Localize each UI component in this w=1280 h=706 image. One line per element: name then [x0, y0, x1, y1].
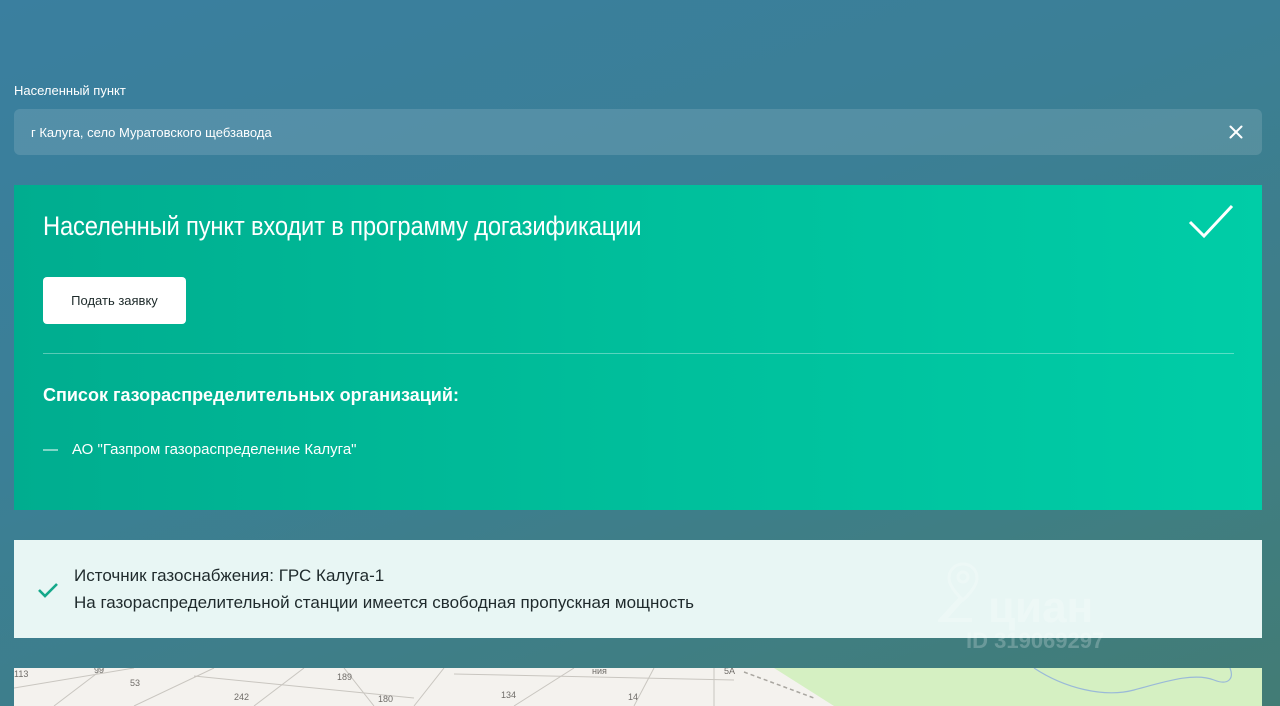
- gas-source-info-card: Источник газоснабжения: ГРС Калуга-1 На …: [14, 540, 1262, 638]
- map-label: 113: [14, 669, 28, 679]
- gas-source-text: Источник газоснабжения: ГРС Калуга-1: [74, 566, 385, 585]
- list-item: — АО "Газпром газораспределение Калуга": [43, 441, 357, 458]
- capacity-text: На газораспределительной станции имеется…: [74, 593, 695, 612]
- map-label: 99: [94, 668, 104, 675]
- map-label: 14: [628, 692, 638, 702]
- divider: [43, 353, 1234, 354]
- map-label: 53: [130, 678, 140, 688]
- map-label: ния: [592, 668, 607, 676]
- locality-input[interactable]: [14, 109, 1194, 155]
- checkmark-icon: [1188, 203, 1234, 239]
- map-label: 5А: [724, 668, 735, 676]
- status-title: Населенный пункт входит в программу дога…: [43, 211, 642, 241]
- org-name: АО "Газпром газораспределение Калуга": [72, 441, 357, 458]
- map-preview[interactable]: 113 99 53 242 189 180 134 14 5А ния: [14, 668, 1262, 706]
- dash-icon: —: [43, 441, 58, 458]
- checkmark-icon: [37, 581, 59, 599]
- clear-icon[interactable]: [1226, 122, 1246, 142]
- map-label: 189: [337, 672, 352, 682]
- gasification-status-card: Населенный пункт входит в программу дога…: [14, 185, 1262, 510]
- locality-search-field[interactable]: [14, 109, 1262, 155]
- map-label: 242: [234, 692, 249, 702]
- map-label: 180: [378, 694, 393, 704]
- orgs-heading: Список газораспределительных организаций…: [43, 385, 459, 405]
- apply-button[interactable]: Подать заявку: [43, 277, 186, 324]
- map-label: 134: [501, 690, 516, 700]
- locality-label: Населенный пункт: [14, 83, 126, 98]
